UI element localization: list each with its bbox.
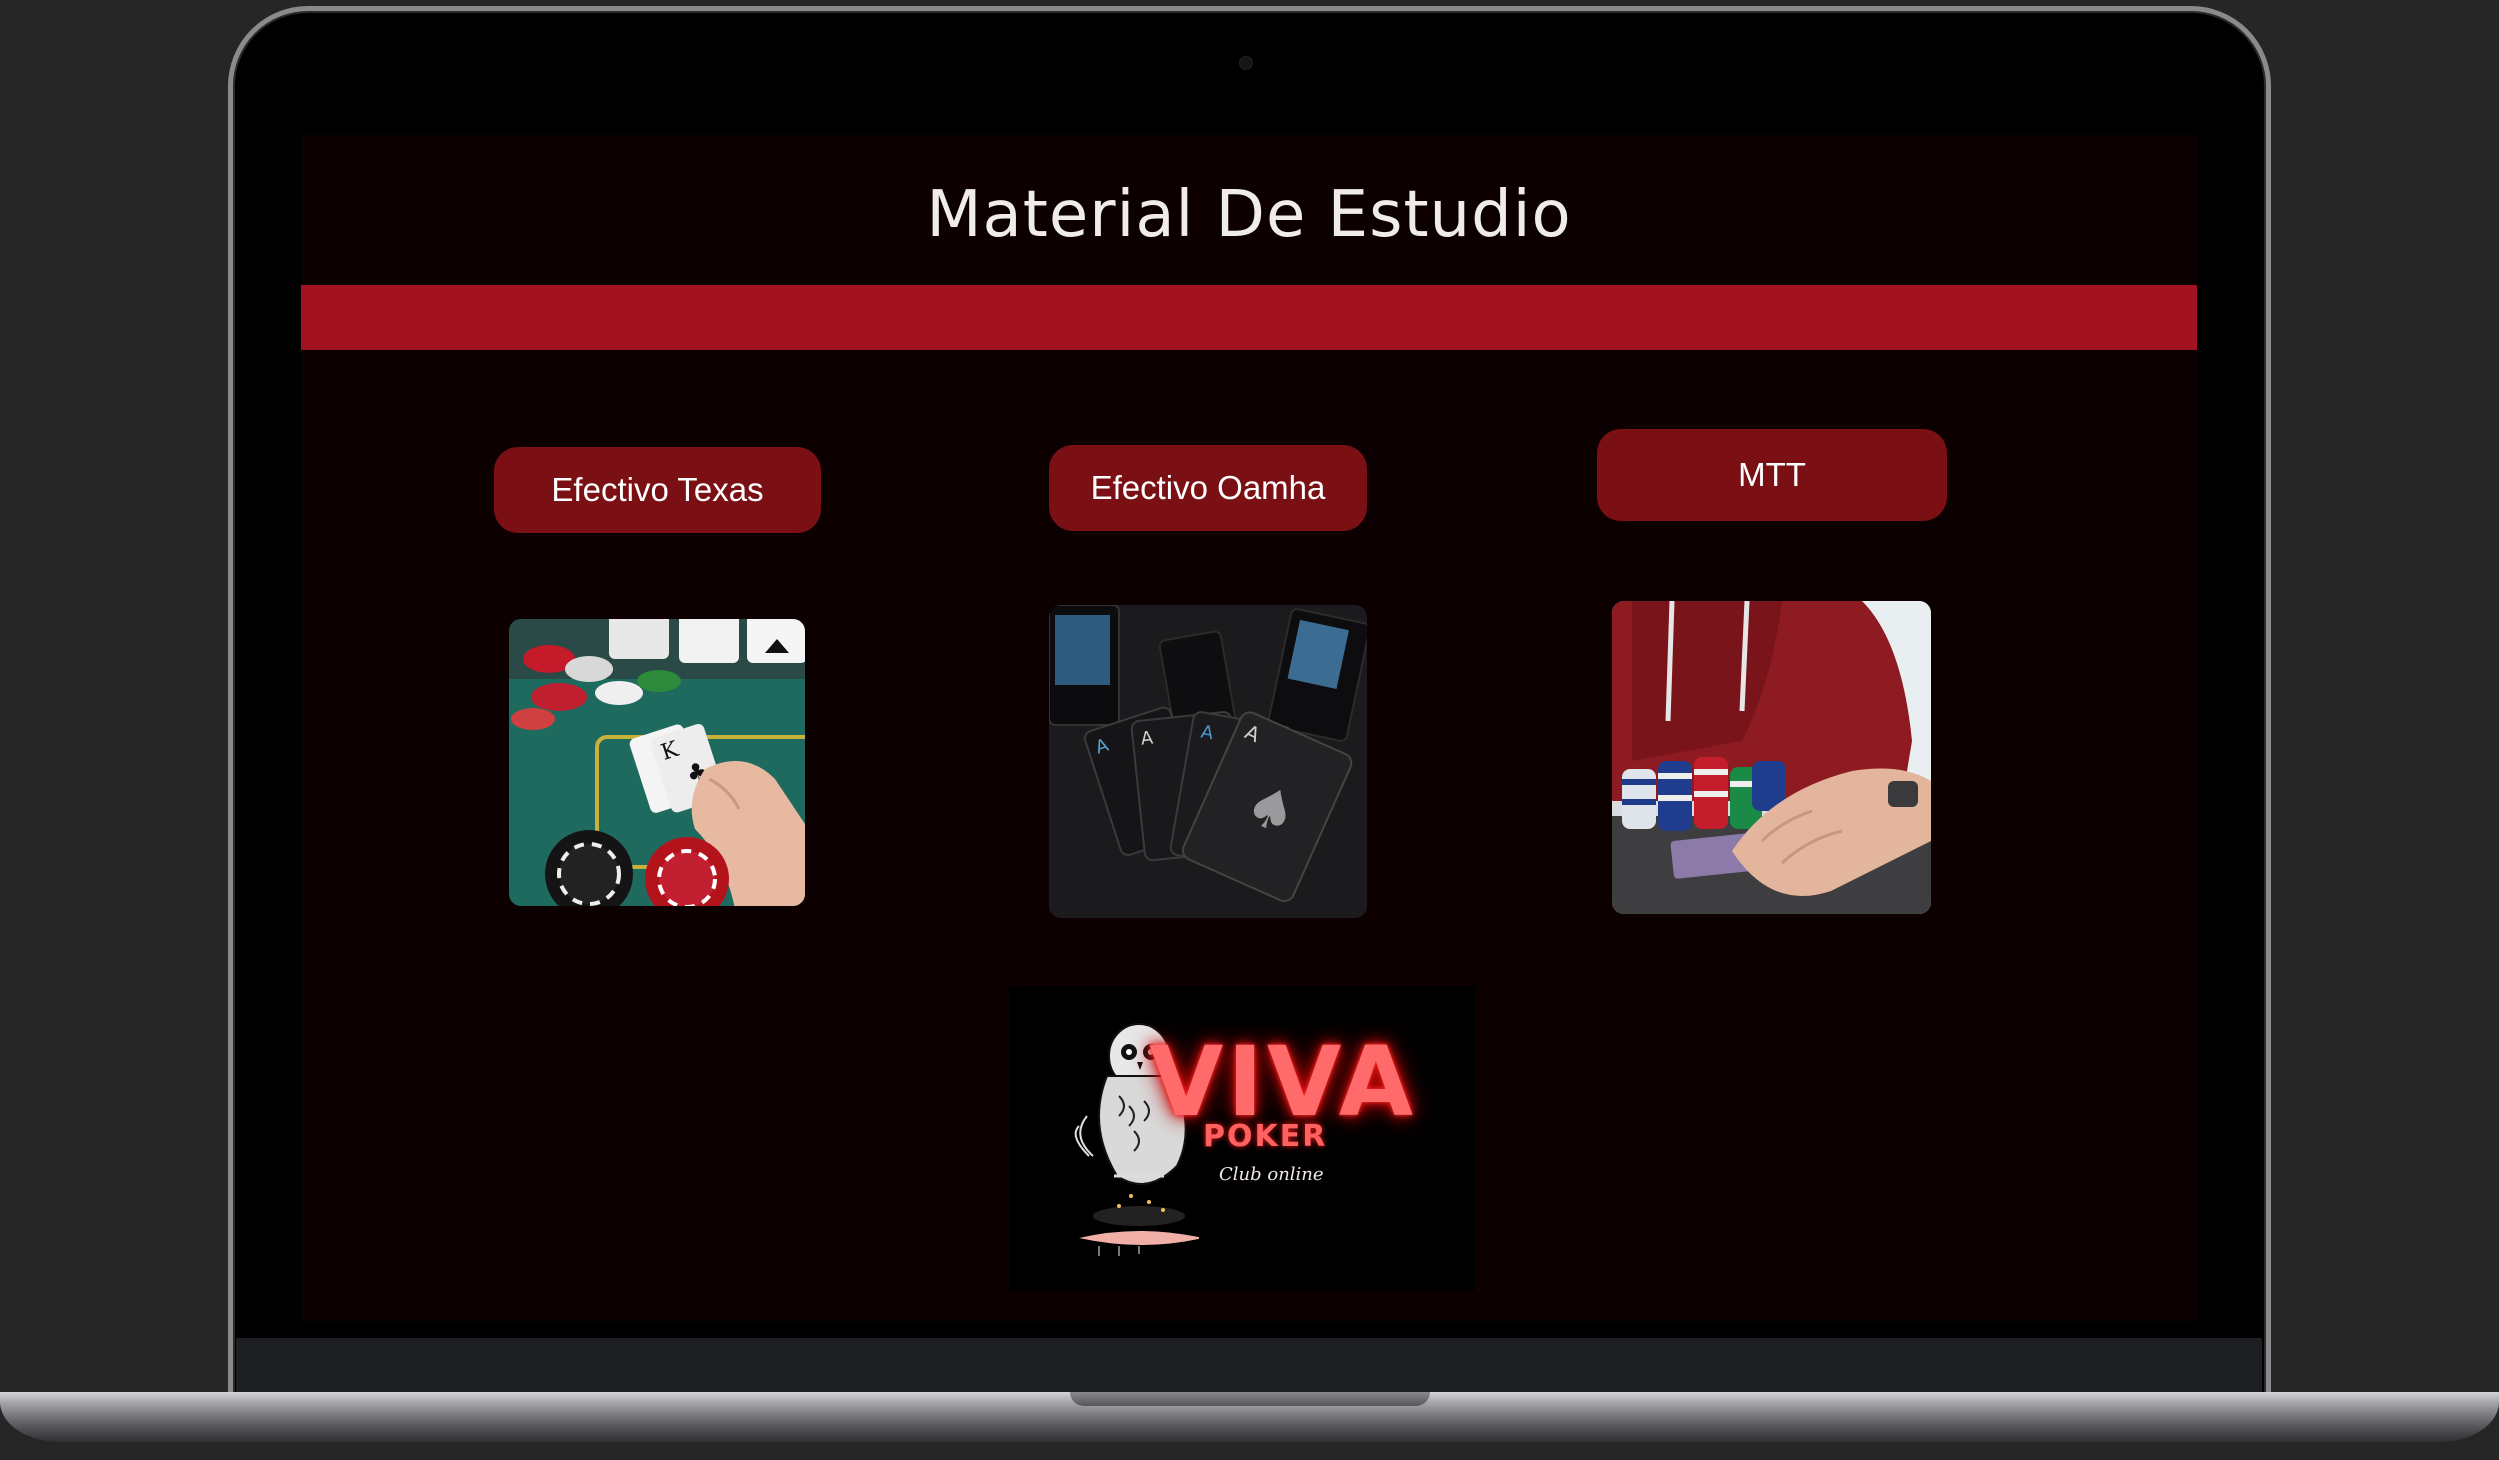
laptop-notch xyxy=(1070,1392,1430,1406)
header-band xyxy=(301,285,2197,350)
poker-table-image[interactable]: K ♣ xyxy=(509,619,805,906)
viva-poker-logo: VIVA POKER Club online xyxy=(1009,986,1475,1291)
black-aces-image[interactable]: A A A A ♠ xyxy=(1049,605,1367,918)
player-chips-image[interactable] xyxy=(1612,601,1931,914)
efectivo-texas-button[interactable]: Efectivo Texas xyxy=(494,447,821,533)
mtt-button[interactable]: MTT xyxy=(1597,429,1947,521)
logo-club-text: Club online xyxy=(1219,1164,1324,1185)
webcam-icon xyxy=(1239,56,1253,70)
laptop-mockup: Material De Estudio Efectivo Texas K ♣ E… xyxy=(0,0,2499,1460)
page-title: Material De Estudio xyxy=(926,178,1572,252)
laptop-bezel-chin xyxy=(236,1338,2262,1398)
efectivo-oamha-button[interactable]: Efectivo Oamha xyxy=(1049,445,1367,531)
web-page: Material De Estudio Efectivo Texas K ♣ E… xyxy=(301,135,2197,1321)
logo-poker-text: POKER xyxy=(1203,1119,1328,1154)
